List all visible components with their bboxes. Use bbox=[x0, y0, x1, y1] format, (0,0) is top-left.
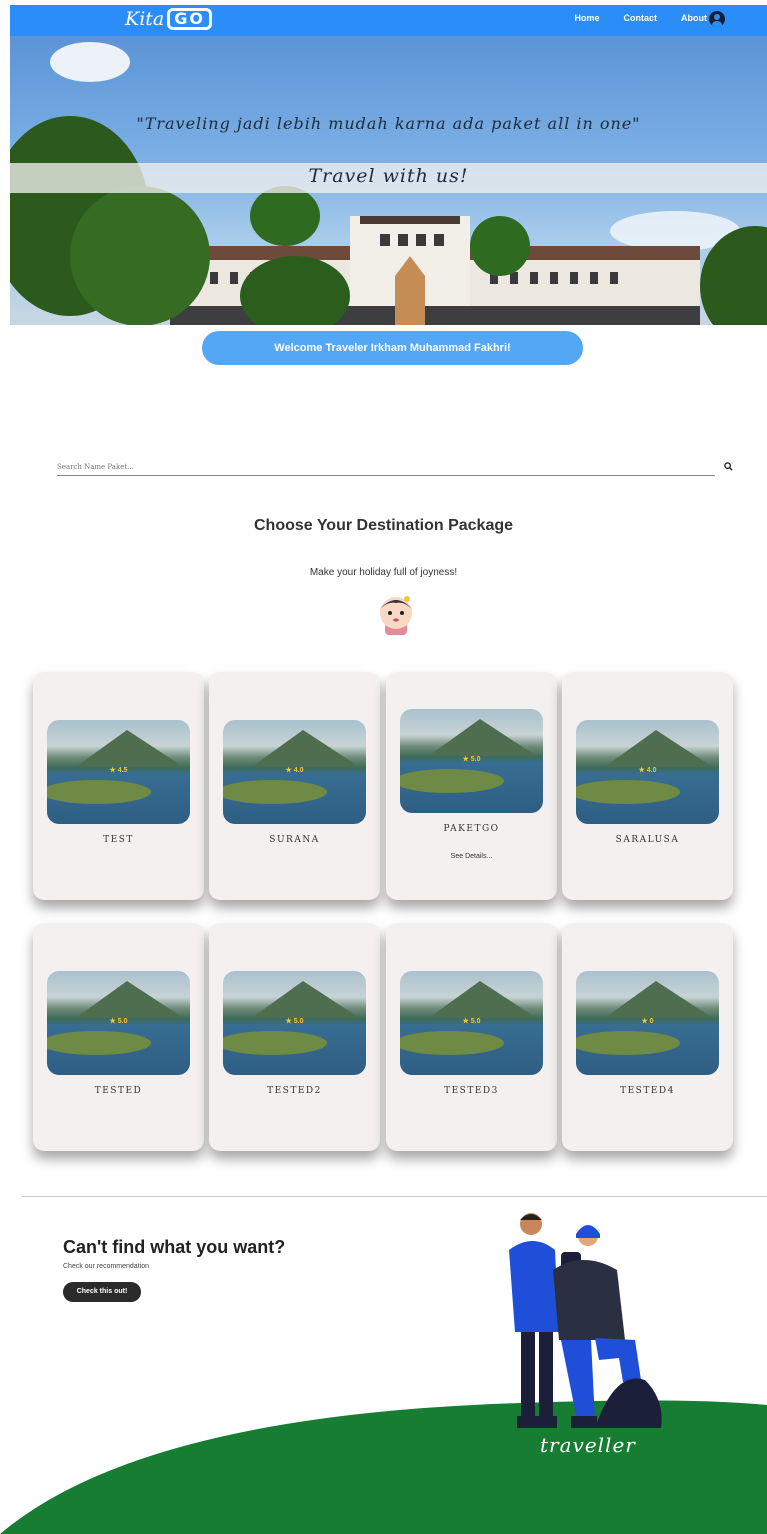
hero-quote: "Traveling jadi lebih mudah karna ada pa… bbox=[136, 114, 641, 133]
package-card[interactable]: ★ 5.0 PAKETGO See Details... bbox=[386, 672, 557, 900]
package-card[interactable]: ★ 4.0 SURANA bbox=[209, 672, 380, 900]
cta-title: Can't find what you want? bbox=[63, 1237, 286, 1257]
search-icon[interactable] bbox=[724, 462, 733, 471]
package-photo: ★ 5.0 bbox=[223, 971, 366, 1075]
traveller-caption: traveller bbox=[540, 1433, 636, 1457]
package-rating: ★ 4.0 bbox=[285, 767, 304, 774]
palm-tree bbox=[470, 216, 530, 276]
package-rating: ★ 4.0 bbox=[638, 767, 657, 774]
travellers-illustration bbox=[509, 1213, 662, 1428]
hero-banner: "Traveling jadi lebih mudah karna ada pa… bbox=[10, 36, 767, 325]
package-rating: ★ 5.0 bbox=[109, 1018, 128, 1025]
package-card[interactable]: ★ 4.5 TEST bbox=[33, 672, 204, 900]
package-card[interactable]: ★ 5.0 TESTED3 bbox=[386, 923, 557, 1151]
package-photo: ★ 4.0 bbox=[576, 720, 719, 824]
cta-subtitle: Check our recommendation bbox=[63, 1263, 149, 1270]
package-name: TESTED3 bbox=[444, 1086, 499, 1096]
package-photo: ★ 5.0 bbox=[47, 971, 190, 1075]
package-name: PAKETGO bbox=[443, 824, 500, 834]
package-card[interactable]: ★ 4.0 SARALUSA bbox=[562, 672, 733, 900]
hero-tagline: Travel with us! bbox=[308, 165, 469, 187]
package-card[interactable]: ★ 0 TESTED4 bbox=[562, 923, 733, 1151]
package-rating: ★ 5.0 bbox=[462, 756, 481, 763]
package-rating: ★ 5.0 bbox=[462, 1018, 481, 1025]
check-this-out-button[interactable]: Check this out! bbox=[63, 1282, 141, 1302]
package-name: SARALUSA bbox=[615, 835, 680, 845]
package-photo: ★ 5.0 bbox=[400, 971, 543, 1075]
section-subtitle: Make your holiday full of joyness! bbox=[309, 567, 458, 578]
palm-tree bbox=[250, 186, 320, 246]
package-name: TESTED2 bbox=[267, 1086, 322, 1096]
package-rating: ★ 5.0 bbox=[285, 1018, 304, 1025]
search-input[interactable] bbox=[57, 460, 715, 474]
package-rating: ★ 0 bbox=[641, 1018, 654, 1025]
logo-text: Kita bbox=[125, 8, 165, 30]
section-title: Choose Your Destination Package bbox=[253, 517, 514, 534]
user-account-icon[interactable] bbox=[709, 11, 725, 27]
package-photo: ★ 5.0 bbox=[400, 709, 543, 813]
package-name: SURANA bbox=[269, 835, 320, 845]
nav-contact[interactable]: Contact bbox=[624, 13, 658, 23]
package-photo: ★ 0 bbox=[576, 971, 719, 1075]
package-name: TEST bbox=[103, 835, 134, 845]
logo[interactable]: Kita GO bbox=[125, 8, 212, 30]
cloud bbox=[50, 42, 130, 82]
see-details-link[interactable]: See Details... bbox=[386, 853, 557, 860]
palm-tree bbox=[70, 186, 210, 325]
nav-links: Home Contact About Us bbox=[574, 13, 721, 23]
package-photo: ★ 4.5 bbox=[47, 720, 190, 824]
package-name: TESTED4 bbox=[620, 1086, 675, 1096]
navbar: Kita GO Home Contact About Us bbox=[10, 5, 767, 36]
logo-go: GO bbox=[167, 8, 212, 30]
search-underline bbox=[57, 475, 715, 476]
section-divider bbox=[22, 1196, 767, 1197]
mascot-icon bbox=[380, 596, 412, 635]
package-rating: ★ 4.5 bbox=[109, 767, 128, 774]
package-card[interactable]: ★ 5.0 TESTED2 bbox=[209, 923, 380, 1151]
package-card[interactable]: ★ 5.0 TESTED bbox=[33, 923, 204, 1151]
package-name: TESTED bbox=[94, 1086, 143, 1096]
nav-home[interactable]: Home bbox=[574, 13, 599, 23]
welcome-banner: Welcome Traveler Irkham Muhammad Fakhri! bbox=[202, 331, 583, 365]
package-photo: ★ 4.0 bbox=[223, 720, 366, 824]
